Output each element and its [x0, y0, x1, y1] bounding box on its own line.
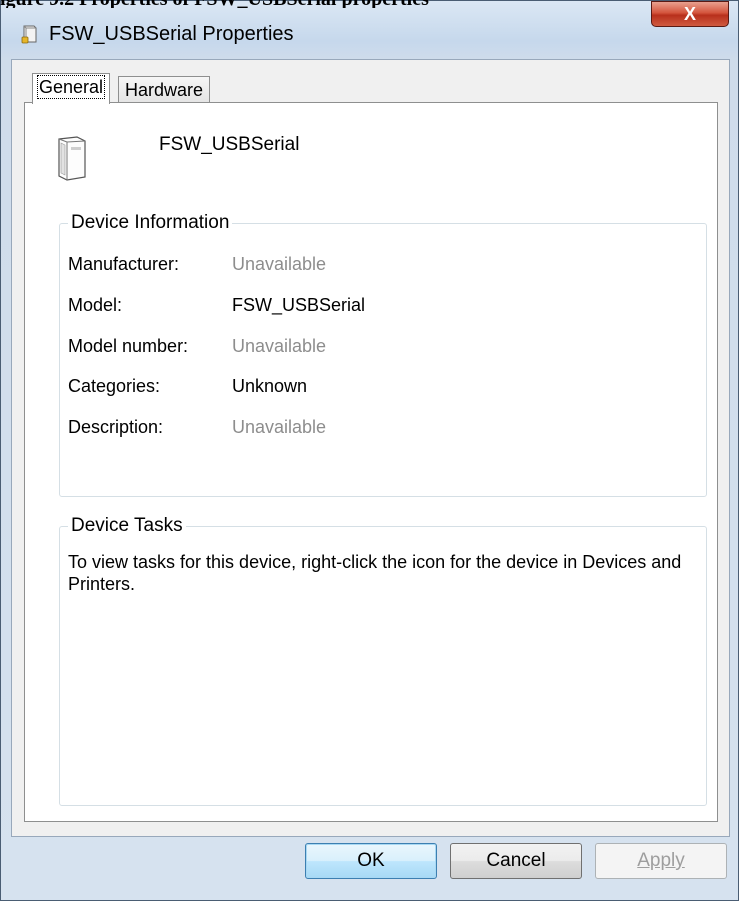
general-tab-panel: FSW_USBSerial Device Information Manufac… — [24, 102, 718, 822]
cancel-button[interactable]: Cancel — [450, 843, 582, 879]
device-name: FSW_USBSerial — [159, 134, 300, 155]
tab-general-label: General — [36, 75, 106, 99]
figure-caption: igure 9.2 Properties of FSW_USBSerial pr… — [0, 0, 739, 8]
properties-dialog: FSW_USBSerial Properties X General Hardw… — [0, 0, 739, 901]
ok-button[interactable]: OK — [305, 843, 437, 879]
device-generic-icon — [51, 133, 91, 183]
description-label: Description: — [68, 417, 164, 437]
categories-value: Unknown — [232, 376, 308, 396]
dialog-client-area: General Hardware FSW_USBSerial Device In… — [11, 59, 730, 837]
title-bar[interactable]: FSW_USBSerial Properties — [1, 13, 739, 53]
window-title: FSW_USBSerial Properties — [49, 23, 294, 45]
model-value: FSW_USBSerial — [232, 295, 366, 315]
device-title-icon — [21, 23, 39, 45]
device-tasks-group: Device Tasks To view tasks for this devi… — [59, 515, 707, 806]
categories-label: Categories: — [68, 376, 161, 396]
model-number-value: Unavailable — [232, 336, 327, 356]
tab-hardware-label: Hardware — [125, 80, 204, 100]
device-tasks-title: Device Tasks — [68, 515, 186, 537]
tab-hardware[interactable]: Hardware — [118, 76, 211, 103]
model-number-label: Model number: — [68, 336, 189, 356]
manufacturer-label: Manufacturer: — [68, 254, 180, 274]
model-label: Model: — [68, 295, 123, 315]
tab-general[interactable]: General — [32, 73, 111, 104]
device-information-title: Device Information — [68, 212, 233, 234]
device-information-group: Device Information Manufacturer: Unavail… — [59, 212, 707, 497]
manufacturer-value: Unavailable — [232, 254, 327, 274]
apply-button-label: Apply — [637, 850, 685, 871]
device-tasks-text: To view tasks for this device, right-cli… — [68, 552, 682, 594]
description-value: Unavailable — [232, 417, 327, 437]
apply-button[interactable]: Apply — [595, 843, 727, 879]
